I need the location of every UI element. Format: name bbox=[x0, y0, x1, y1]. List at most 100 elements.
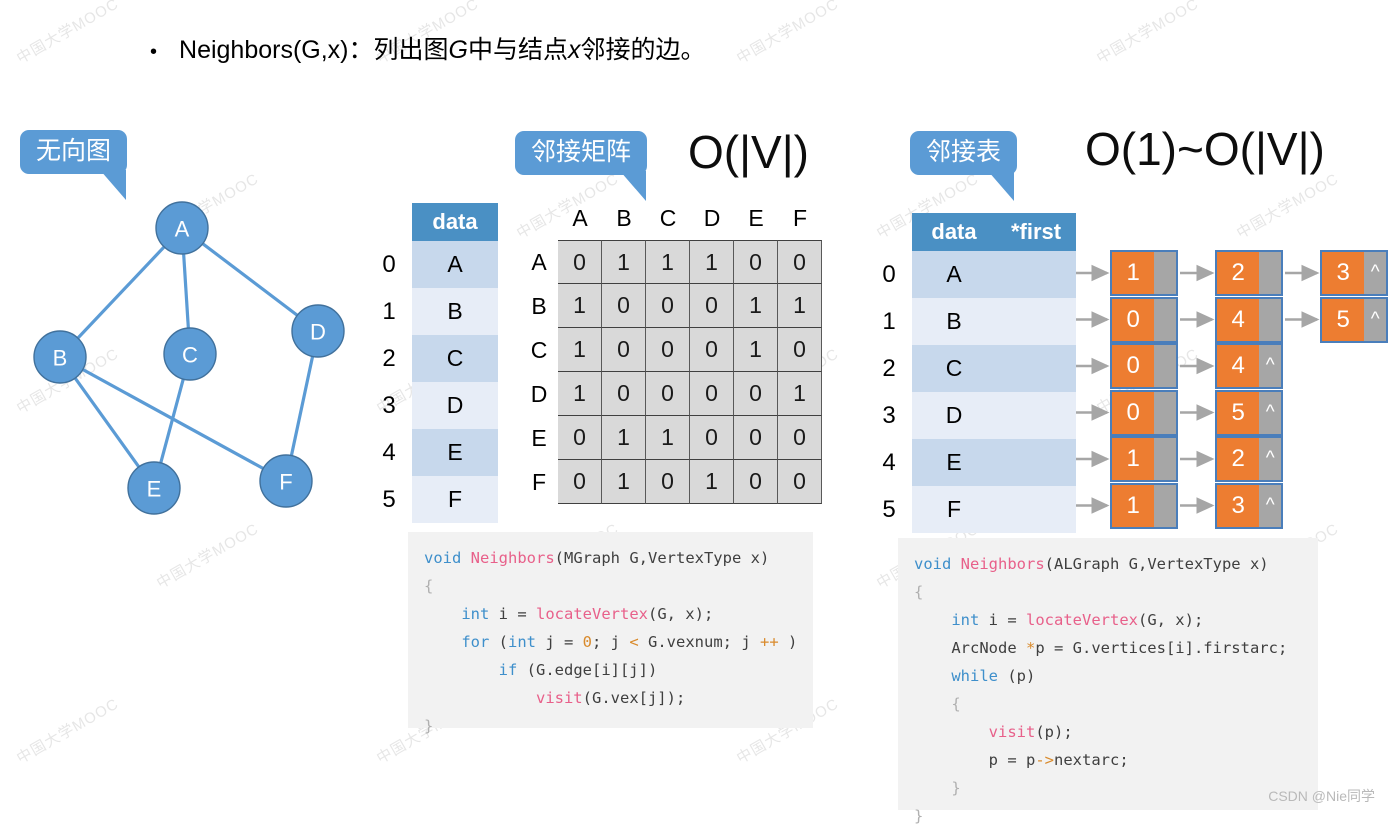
matrix-cell: 0 bbox=[646, 460, 690, 504]
code-operator-increment: ++ bbox=[760, 633, 779, 651]
matrix-row: B100011 bbox=[520, 284, 822, 328]
row-index: 1 bbox=[882, 307, 896, 335]
code-keyword-if: if bbox=[498, 661, 518, 679]
matrix-cell: 0 bbox=[646, 372, 690, 416]
adjlist-node: 5 ^ bbox=[1320, 296, 1388, 343]
adjlist-node: 0 bbox=[1110, 389, 1178, 436]
adjlist-node-terminator: ^ bbox=[1364, 252, 1386, 294]
matrix-rows: A011100B100011C100010D100001E011000F0101… bbox=[520, 240, 822, 504]
code-if-cond: (G.edge[i][j]) bbox=[517, 661, 658, 679]
title-mid: 中与结点 bbox=[467, 36, 568, 64]
code-pointer-advance: p = p bbox=[988, 751, 1036, 769]
adjlist-node-pointer bbox=[1259, 252, 1281, 294]
matrix-cell: 0 bbox=[690, 372, 734, 416]
matrix-cell: 0 bbox=[778, 328, 822, 372]
adjlist-node-value: 4 bbox=[1217, 345, 1260, 387]
callout-adjacency-list-label: 邻接表 bbox=[926, 138, 1002, 166]
matrix-cell: 0 bbox=[734, 240, 778, 284]
matrix-row: F010100 bbox=[520, 460, 822, 504]
code-keyword-while: while bbox=[951, 667, 998, 685]
code-function-visit: visit bbox=[535, 689, 583, 707]
vertex-data-cell: F bbox=[412, 476, 498, 523]
row-index: 1 bbox=[382, 297, 396, 325]
adjlist-node-value: 0 bbox=[1112, 391, 1155, 434]
data-column-header: data bbox=[912, 213, 996, 251]
adjlist-node: 2 bbox=[1215, 250, 1283, 296]
code-nextarc: nextarc; bbox=[1054, 751, 1129, 769]
matrix-cell: 1 bbox=[558, 284, 602, 328]
code-for-init: j = bbox=[536, 633, 583, 651]
matrix-cell: 0 bbox=[734, 372, 778, 416]
code-open-brace: { bbox=[424, 577, 434, 595]
adjlist-code-block: void Neighbors(ALGraph G,VertexType x) {… bbox=[898, 538, 1318, 825]
graph-node-label-C: C bbox=[182, 343, 198, 368]
matrix-col-header: D bbox=[703, 205, 721, 231]
matrix-cell: 1 bbox=[690, 240, 734, 284]
row-index: 0 bbox=[882, 260, 896, 288]
matrix-cell: 0 bbox=[778, 416, 822, 460]
code-while-cond: (p) bbox=[998, 667, 1036, 685]
firstarc-pointer-cell bbox=[996, 392, 1076, 439]
matrix-cell: 1 bbox=[558, 372, 602, 416]
matrix-cell: 1 bbox=[602, 460, 646, 504]
row-index: 2 bbox=[382, 344, 396, 372]
graph-node-label-E: E bbox=[147, 477, 162, 502]
callout-tail-icon bbox=[100, 170, 126, 200]
matrix-vertex-table-body: 0A1B2C3D4E5F bbox=[372, 241, 498, 523]
code-keyword-int: int bbox=[461, 605, 490, 623]
adjlist-node-pointer bbox=[1154, 484, 1176, 527]
matrix-cell: 1 bbox=[558, 328, 602, 372]
row-index: 3 bbox=[882, 401, 896, 429]
matrix-row: A011100 bbox=[520, 240, 822, 284]
table-row: 0A bbox=[872, 251, 1076, 298]
code-call-tail: (G, x); bbox=[1137, 611, 1204, 629]
table-row: 1B bbox=[372, 288, 498, 335]
adjlist-node: 1 bbox=[1110, 482, 1178, 529]
matrix-cell: 1 bbox=[778, 284, 822, 328]
matrix-cell: 1 bbox=[778, 372, 822, 416]
matrix-col-header: F bbox=[792, 205, 808, 231]
matrix-col-header: E bbox=[748, 205, 764, 231]
adjlist-node-terminator: ^ bbox=[1259, 438, 1281, 480]
vertex-data-cell: E bbox=[412, 429, 498, 476]
code-arcnode-assign: p = G.vertices[i].firstarc; bbox=[1035, 639, 1288, 657]
code-function-locatevertex: locateVertex bbox=[536, 605, 648, 623]
graph-node-label-A: A bbox=[175, 217, 190, 242]
matrix-cell: 0 bbox=[690, 284, 734, 328]
callout-tail-icon bbox=[620, 171, 646, 201]
firstarc-pointer-cell bbox=[996, 251, 1076, 298]
code-function-neighbors: Neighbors bbox=[470, 549, 555, 567]
vertex-data-cell: E bbox=[912, 439, 996, 486]
adjlist-node-terminator: ^ bbox=[1259, 391, 1281, 434]
code-keyword-int: int bbox=[951, 611, 980, 629]
code-operator-arrow: -> bbox=[1035, 751, 1054, 769]
adjlist-node-pointer bbox=[1154, 438, 1176, 480]
index-header-blank bbox=[872, 213, 912, 251]
table-header-row: data *first bbox=[872, 213, 1076, 251]
code-function-visit: visit bbox=[988, 723, 1036, 741]
code-args: (ALGraph G,VertexType x) bbox=[1044, 555, 1269, 573]
page-title: Neighbors(G,x)：列出图G中与结点x邻接的边。 bbox=[179, 30, 705, 66]
slide-bullet-title: • Neighbors(G,x)：列出图G中与结点x邻接的边。 bbox=[150, 30, 706, 66]
matrix-cell: 0 bbox=[558, 416, 602, 460]
matrix-cell: 0 bbox=[734, 460, 778, 504]
callout-tail-icon bbox=[988, 171, 1014, 201]
vertex-data-cell: D bbox=[412, 382, 498, 429]
adjlist-node-value: 1 bbox=[1112, 484, 1155, 527]
adjlist-vertex-table-head: data *first bbox=[872, 213, 1076, 251]
index-header-blank bbox=[372, 203, 412, 241]
code-visit-args: (G.vex[j]); bbox=[582, 689, 686, 707]
undirected-graph-diagram: A B C D E F bbox=[0, 120, 400, 540]
graph-node-label-F: F bbox=[279, 470, 292, 495]
vertex-data-cell: D bbox=[912, 392, 996, 439]
code-keyword-int2: int bbox=[508, 633, 536, 651]
adjlist-node: 0 bbox=[1110, 296, 1178, 343]
code-for-cond: ; j bbox=[592, 633, 630, 651]
code-keyword-void: void bbox=[914, 555, 952, 573]
graph-node-label-D: D bbox=[310, 320, 326, 345]
matrix-row-header: C bbox=[530, 336, 548, 363]
adjlist-vertex-table-body: 0A1B2C3D4E5F bbox=[872, 251, 1076, 533]
vertex-data-cell: A bbox=[912, 251, 996, 298]
matrix-cell: 0 bbox=[602, 372, 646, 416]
code-function-locatevertex: locateVertex bbox=[1026, 611, 1138, 629]
